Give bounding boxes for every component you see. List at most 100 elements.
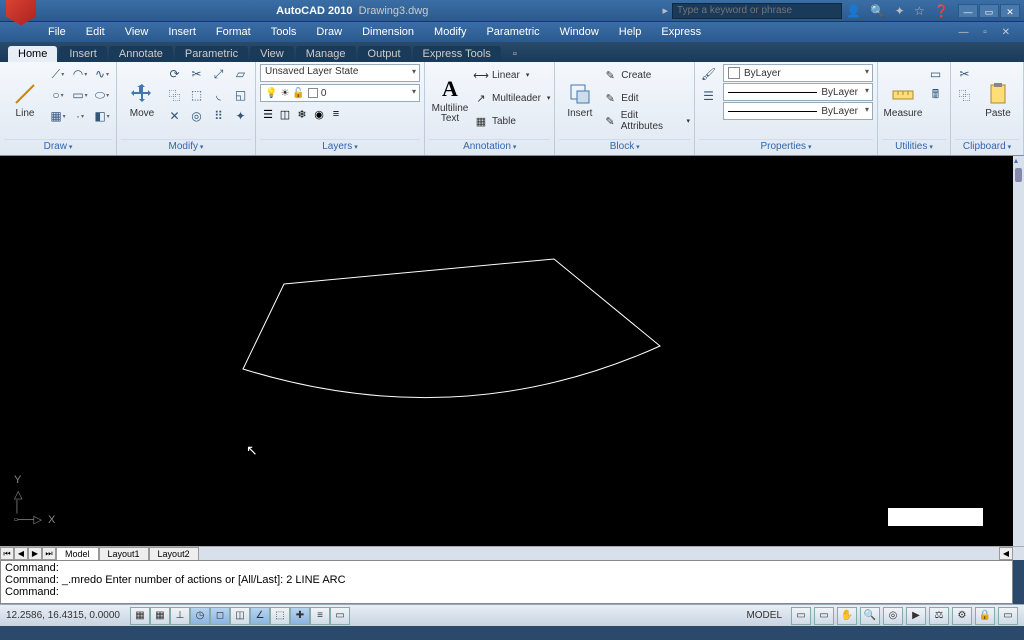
- panel-title-draw[interactable]: Draw: [4, 139, 112, 155]
- quickview-drawings-icon[interactable]: ▭: [814, 607, 834, 625]
- color-dropdown[interactable]: ByLayer: [723, 64, 873, 82]
- linetype-dropdown[interactable]: ByLayer: [723, 102, 873, 120]
- paste-button[interactable]: Paste: [977, 64, 1019, 136]
- otrack-toggle[interactable]: ∠: [250, 607, 270, 625]
- dyn-toggle[interactable]: ✚: [290, 607, 310, 625]
- hscroll-left[interactable]: ◀: [999, 547, 1013, 560]
- layer-props-icon[interactable]: ☰: [260, 106, 276, 122]
- panel-title-properties[interactable]: Properties: [699, 139, 873, 155]
- 3dosnap-toggle[interactable]: ◫: [230, 607, 250, 625]
- erase-icon[interactable]: ✕: [165, 106, 185, 126]
- trim-icon[interactable]: ✂: [187, 64, 207, 84]
- tab-express-tools[interactable]: Express Tools: [413, 46, 501, 62]
- close-button[interactable]: ✕: [1000, 4, 1020, 18]
- lineweight-dropdown[interactable]: ByLayer: [723, 83, 873, 101]
- create-block-button[interactable]: ✎Create: [602, 64, 690, 86]
- fillet-icon[interactable]: ◟: [209, 85, 229, 105]
- polyline-icon[interactable]: ⟋: [48, 64, 68, 84]
- maximize-button[interactable]: ▭: [979, 4, 999, 18]
- minimize-button[interactable]: —: [958, 4, 978, 18]
- panel-title-layers[interactable]: Layers: [260, 139, 420, 155]
- panel-title-annotation[interactable]: Annotation: [429, 139, 550, 155]
- coordinates-readout[interactable]: 12.2586, 16.4315, 0.0000: [0, 610, 130, 621]
- model-space-label[interactable]: MODEL: [740, 610, 788, 621]
- menu-dimension[interactable]: Dimension: [352, 23, 424, 41]
- tab-nav-prev[interactable]: ◀: [14, 547, 28, 560]
- drawing-canvas[interactable]: ↖ Y △ │ ▫──▷ X: [0, 156, 1024, 546]
- menu-tools[interactable]: Tools: [261, 23, 307, 41]
- ducs-toggle[interactable]: ⬚: [270, 607, 290, 625]
- tab-nav-last[interactable]: ⏭: [42, 547, 56, 560]
- layer-off-icon[interactable]: ◉: [311, 106, 327, 122]
- arc-icon[interactable]: ◠: [70, 64, 90, 84]
- mtext-button[interactable]: A Multiline Text: [429, 64, 471, 136]
- toolbar-lock-icon[interactable]: 🔒: [975, 607, 995, 625]
- copy-icon[interactable]: ⿻: [165, 85, 185, 105]
- tab-annotate[interactable]: Annotate: [109, 46, 173, 62]
- menu-express[interactable]: Express: [651, 23, 711, 41]
- infocenter-icons[interactable]: 👤 🔍 ✦ ☆ ❓: [846, 4, 952, 18]
- workspace-switch-icon[interactable]: ⚙: [952, 607, 972, 625]
- tab-output[interactable]: Output: [358, 46, 411, 62]
- circle-icon[interactable]: ○: [48, 85, 68, 105]
- layer-iso-icon[interactable]: ◫: [277, 106, 293, 122]
- snap-toggle[interactable]: ▦: [130, 607, 150, 625]
- table-button[interactable]: ▦Table: [473, 110, 550, 132]
- tab-insert[interactable]: Insert: [59, 46, 107, 62]
- layout-tab-layout1[interactable]: Layout1: [99, 547, 149, 561]
- vertical-scrollbar[interactable]: [1013, 156, 1024, 546]
- pan-icon[interactable]: ✋: [837, 607, 857, 625]
- stretch-icon[interactable]: ⬚: [187, 85, 207, 105]
- qp-toggle[interactable]: ▭: [330, 607, 350, 625]
- explode-icon[interactable]: ✦: [231, 106, 251, 126]
- list-icon[interactable]: ☰: [699, 86, 719, 106]
- edit-attributes-button[interactable]: ✎Edit Attributes▾: [602, 110, 690, 132]
- menu-parametric[interactable]: Parametric: [476, 23, 549, 41]
- rectangle-icon[interactable]: ▭: [70, 85, 90, 105]
- measure-button[interactable]: Measure: [882, 64, 924, 136]
- grid-toggle[interactable]: ▦: [150, 607, 170, 625]
- insert-block-button[interactable]: Insert: [559, 64, 600, 136]
- move-button[interactable]: Move: [121, 64, 163, 136]
- select-icon[interactable]: ▭: [926, 64, 946, 84]
- panel-title-clipboard[interactable]: Clipboard: [955, 139, 1019, 155]
- layout-tab-model[interactable]: Model: [56, 547, 99, 561]
- osnap-toggle[interactable]: ◻: [210, 607, 230, 625]
- command-line[interactable]: Command: Command: _.mredo Enter number o…: [0, 560, 1013, 604]
- menu-insert[interactable]: Insert: [158, 23, 206, 41]
- hatch-icon[interactable]: ▦: [48, 106, 68, 126]
- mirror-icon[interactable]: ▱: [231, 64, 251, 84]
- panel-title-modify[interactable]: Modify: [121, 139, 251, 155]
- multileader-button[interactable]: ↗Multileader▾: [473, 87, 550, 109]
- menu-modify[interactable]: Modify: [424, 23, 476, 41]
- tab-home[interactable]: Home: [8, 46, 57, 62]
- clean-screen-icon[interactable]: ▭: [998, 607, 1018, 625]
- cut-icon[interactable]: ✂: [955, 64, 975, 84]
- layer-freeze-icon[interactable]: ❄: [294, 106, 310, 122]
- panel-title-utilities[interactable]: Utilities: [882, 139, 946, 155]
- ortho-toggle[interactable]: ⊥: [170, 607, 190, 625]
- panel-title-block[interactable]: Block: [559, 139, 690, 155]
- search-input[interactable]: [672, 3, 842, 19]
- spline-icon[interactable]: ∿: [92, 64, 112, 84]
- ellipse-icon[interactable]: ⬭: [92, 85, 112, 105]
- match-props-icon[interactable]: 🖌: [699, 64, 719, 84]
- layer-match-icon[interactable]: ≡: [328, 106, 344, 122]
- tab-nav-first[interactable]: ⏮: [0, 547, 14, 560]
- offset-icon[interactable]: ◎: [187, 106, 207, 126]
- menu-file[interactable]: File: [38, 23, 76, 41]
- quickview-layouts-icon[interactable]: ▭: [791, 607, 811, 625]
- calc-icon[interactable]: 🖩: [926, 85, 946, 105]
- region-icon[interactable]: ◧: [92, 106, 112, 126]
- menu-window[interactable]: Window: [550, 23, 609, 41]
- tab-view[interactable]: View: [250, 46, 294, 62]
- scale-icon[interactable]: ◱: [231, 85, 251, 105]
- extend-icon[interactable]: ⤢: [209, 64, 229, 84]
- zoom-icon[interactable]: 🔍: [860, 607, 880, 625]
- annotation-scale-icon[interactable]: ⚖: [929, 607, 949, 625]
- tab-manage[interactable]: Manage: [296, 46, 356, 62]
- showmotion-icon[interactable]: ▶: [906, 607, 926, 625]
- tab-parametric[interactable]: Parametric: [175, 46, 248, 62]
- menu-edit[interactable]: Edit: [76, 23, 115, 41]
- point-icon[interactable]: ·: [70, 106, 90, 126]
